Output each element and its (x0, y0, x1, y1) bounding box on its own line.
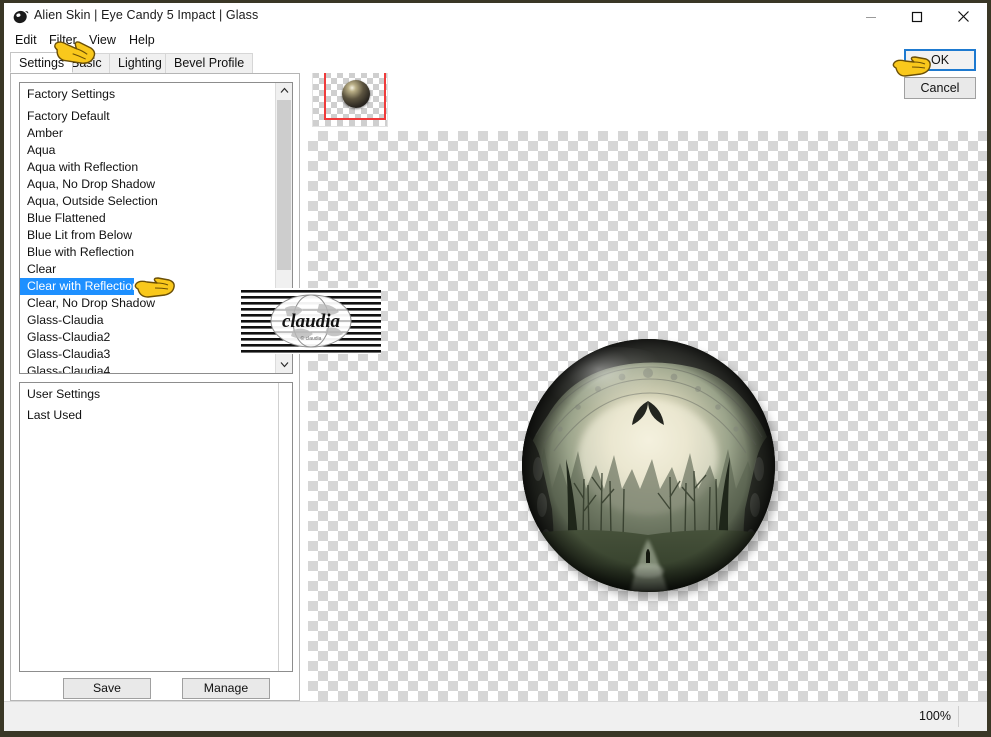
factory-setting-item[interactable]: Glass-Claudia3 (20, 346, 278, 363)
factory-setting-item[interactable]: Blue Lit from Below (20, 227, 278, 244)
scroll-down-button[interactable] (276, 357, 292, 373)
factory-setting-item[interactable]: Aqua, Outside Selection (20, 193, 278, 210)
glass-orb (522, 339, 775, 592)
list-divider (278, 383, 279, 671)
maximize-button[interactable] (894, 3, 940, 30)
alienskin-logo-icon (12, 8, 30, 26)
factory-setting-item[interactable]: Glass-Claudia2 (20, 329, 278, 346)
minimize-icon (866, 16, 876, 18)
save-button[interactable]: Save (63, 678, 151, 699)
pointer-hand-selection-icon (134, 277, 176, 308)
factory-setting-item[interactable]: Aqua (20, 142, 278, 159)
factory-setting-item[interactable]: Factory Default (20, 108, 278, 125)
factory-setting-item[interactable]: Glass-Claudia4 (20, 363, 278, 373)
pointer-hand-filter-icon (50, 39, 96, 78)
minimize-button[interactable] (848, 3, 894, 30)
tab-strip: Settings Basic Lighting Bevel Profile (4, 50, 987, 74)
claudia-watermark: claudia © claudia (241, 288, 381, 354)
preview-canvas[interactable] (308, 131, 987, 701)
user-settings-group-header[interactable]: User Settings (20, 386, 278, 403)
factory-settings-group-header[interactable]: Factory Settings (20, 86, 278, 103)
close-icon (957, 11, 969, 22)
svg-text:© claudia: © claudia (301, 335, 322, 342)
zoom-level-label: 100% (919, 709, 951, 723)
menu-item-edit[interactable]: Edit (12, 32, 40, 48)
maximize-icon (911, 11, 923, 22)
user-setting-item[interactable]: Last Used (20, 407, 278, 424)
preview-toolbar (308, 73, 987, 135)
factory-setting-item[interactable]: Blue with Reflection (20, 244, 278, 261)
menu-item-help[interactable]: Help (126, 32, 158, 48)
factory-setting-item[interactable]: Clear with Reflection (20, 278, 139, 295)
manage-button[interactable]: Manage (182, 678, 270, 699)
chevron-down-icon (280, 362, 288, 368)
pointer-hand-ok-icon (892, 55, 932, 86)
factory-setting-item[interactable]: Aqua, No Drop Shadow (20, 176, 278, 193)
watermark-text: claudia (282, 311, 341, 332)
navigator-thumbnail[interactable] (312, 73, 388, 127)
user-settings-list[interactable]: User Settings Last Used (19, 382, 293, 672)
scroll-thumb[interactable] (277, 100, 291, 270)
factory-setting-item[interactable]: Aqua with Reflection (20, 159, 278, 176)
factory-setting-item[interactable]: Amber (20, 125, 278, 142)
window-title: Alien Skin | Eye Candy 5 Impact | Glass (34, 8, 259, 22)
navigator-marquee[interactable] (324, 73, 386, 120)
chevron-up-icon (280, 87, 288, 93)
preview-area: Preview Background: None (308, 73, 987, 701)
tab-lighting[interactable]: Lighting (109, 53, 171, 73)
status-separator (958, 706, 959, 727)
application-window: Alien Skin | Eye Candy 5 Impact | Glass … (0, 0, 991, 737)
glass-orb-preview (522, 339, 775, 592)
menu-bar: Edit Filter View Help (4, 30, 987, 50)
status-bar: 100% (4, 701, 987, 731)
factory-setting-item[interactable]: Blue Flattened (20, 210, 278, 227)
close-button[interactable] (940, 3, 986, 30)
settings-panel: Factory Settings Factory Default Amber Aqua… (10, 73, 300, 701)
forest-archway-scene (522, 339, 775, 592)
tab-bevel-profile[interactable]: Bevel Profile (165, 53, 254, 73)
title-bar: Alien Skin | Eye Candy 5 Impact | Glass (4, 3, 987, 31)
factory-setting-item[interactable]: Clear (20, 261, 278, 278)
scroll-up-button[interactable] (276, 83, 292, 99)
factory-setting-item[interactable]: Glass-Claudia (20, 312, 278, 329)
